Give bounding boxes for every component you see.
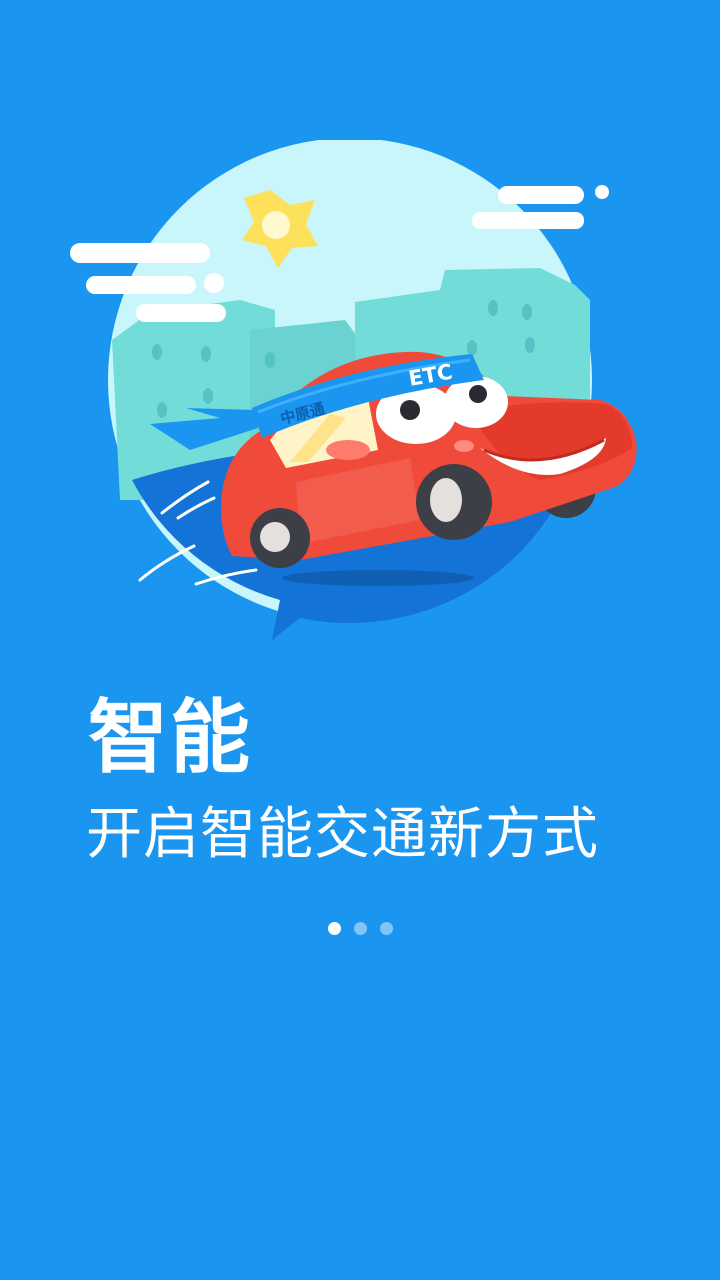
onboarding-screen[interactable]: ETC 中原通 智能 开启智能交通新方式 xyxy=(0,0,720,1280)
page-indicator xyxy=(0,922,720,936)
page-title: 智能 xyxy=(88,691,252,784)
page-dot-1[interactable] xyxy=(327,922,341,935)
page-dot-2[interactable] xyxy=(353,922,367,935)
car-shadow xyxy=(282,570,474,586)
page-dot-3[interactable] xyxy=(379,922,393,935)
etc-car-illustration: ETC 中原通 xyxy=(70,140,637,640)
page-subtitle: 开启智能交通新方式 xyxy=(86,802,599,867)
